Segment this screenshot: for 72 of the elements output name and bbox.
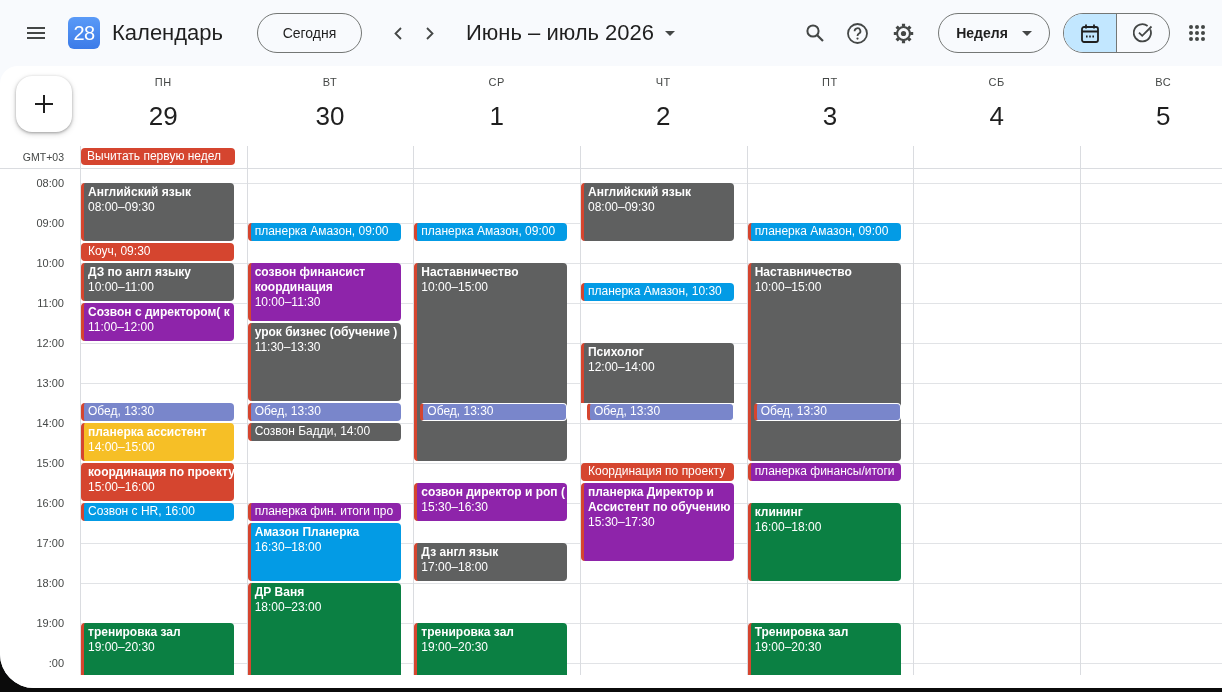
calendar-view-toggle[interactable]: [1064, 14, 1116, 52]
help-icon[interactable]: [847, 22, 868, 44]
weekday-label: СР: [488, 75, 505, 89]
weekday-label: СБ: [988, 75, 1005, 89]
calendar-event[interactable]: планерка финансы/итоги: [747, 463, 901, 481]
calendar-event[interactable]: созвон финансист координация 10:00–11:30: [247, 263, 401, 321]
caret-icon: [665, 30, 676, 36]
calendar-event[interactable]: Обед, 13:30: [247, 403, 401, 421]
time-label: 08:00: [36, 176, 64, 191]
create-button[interactable]: [16, 76, 72, 132]
menu-icon[interactable]: [27, 27, 45, 39]
calendar-event[interactable]: созвон директор и роп ( 15:30–16:30: [414, 483, 568, 521]
weekday-label: ПН: [154, 75, 172, 89]
date-number[interactable]: 4: [989, 100, 1004, 132]
calendar-event[interactable]: Созвон с директором( к 11:00–12:00: [81, 303, 234, 341]
time-label: 18:00: [36, 576, 64, 591]
weekday-label: ВТ: [322, 75, 338, 89]
calendar-event[interactable]: тренировка зал 19:00–20:30: [81, 623, 234, 675]
weekday-label: ПТ: [822, 75, 838, 89]
weekday-label: ЧТ: [655, 75, 671, 89]
calendar-event[interactable]: планерка фин. итоги про: [247, 503, 401, 521]
time-label: 13:00: [36, 376, 64, 391]
time-label: 11:00: [37, 296, 64, 311]
calendar-event[interactable]: Обед, 13:30: [753, 403, 901, 421]
calendar-event[interactable]: ДЗ по англ языку 10:00–11:00: [81, 263, 234, 301]
apps-grid-icon[interactable]: [1189, 25, 1205, 41]
date-number[interactable]: 3: [822, 100, 838, 132]
time-label: 15:00: [36, 456, 64, 471]
calendar-logo: 28: [68, 17, 100, 49]
calendar-event[interactable]: Обед, 13:30: [420, 403, 568, 421]
time-label: 10:00: [36, 256, 64, 271]
calendar-icon: [1081, 23, 1099, 43]
time-label: 17:00: [36, 536, 64, 551]
calendar-event[interactable]: урок бизнес (обучение ) 11:30–13:30: [247, 323, 401, 401]
date-number[interactable]: 5: [1156, 100, 1171, 132]
calendar-event[interactable]: Созвон Бадди, 14:00: [247, 423, 401, 441]
time-label: 09:00: [36, 216, 64, 231]
time-label: :00: [48, 656, 64, 671]
date-number[interactable]: 29: [148, 100, 178, 132]
caret-icon: [1021, 30, 1032, 36]
plus-icon: [35, 95, 53, 113]
calendar-event[interactable]: тренировка зал 19:00–20:30: [414, 623, 568, 675]
date-number[interactable]: 30: [315, 100, 345, 132]
weekday-label: ВС: [1155, 75, 1172, 89]
calendar-event[interactable]: Коуч, 09:30: [81, 243, 234, 261]
chevron-left-icon[interactable]: [394, 26, 402, 40]
calendar-event[interactable]: Обед, 13:30: [81, 403, 234, 421]
app-title: Календарь: [112, 19, 224, 47]
time-label: 14:00: [36, 416, 64, 431]
date-number[interactable]: 1: [489, 100, 504, 132]
chevron-right-icon[interactable]: [426, 26, 434, 40]
period-dropdown[interactable]: Июнь – июль 2026: [466, 19, 676, 47]
calendar-event[interactable]: Обед, 13:30: [586, 403, 734, 421]
timezone-label: GMT+03: [22, 151, 64, 163]
calendar-event[interactable]: планерка Директор и Ассистент по обучению 15:30–17:30: [580, 483, 734, 561]
all-day-event[interactable]: Вычитать первую недел: [81, 148, 235, 165]
calendar-event[interactable]: Дз англ язык 17:00–18:00: [414, 543, 568, 581]
check-circle-icon: [1133, 23, 1153, 43]
date-number[interactable]: 2: [656, 100, 671, 132]
calendar-event[interactable]: Английский язык 08:00–09:30: [81, 183, 234, 241]
settings-icon[interactable]: [893, 22, 914, 44]
calendar-event[interactable]: Координация по проекту: [580, 463, 734, 481]
calendar-event[interactable]: координация по проекту 15:00–16:00: [81, 463, 234, 501]
search-icon[interactable]: [806, 24, 824, 42]
time-label: 12:00: [36, 336, 64, 351]
calendar-event[interactable]: Психолог 12:00–14:00: [580, 343, 734, 403]
time-label: 16:00: [36, 496, 64, 511]
time-label: 19:00: [36, 616, 64, 631]
calendar-event[interactable]: Английский язык 08:00–09:30: [580, 183, 734, 241]
calendar-event[interactable]: клининг 16:00–18:00: [747, 503, 901, 581]
calendar-event[interactable]: Тренировка зал 19:00–20:30: [747, 623, 901, 675]
calendar-event[interactable]: ДР Ваня 18:00–23:00: [247, 583, 401, 675]
